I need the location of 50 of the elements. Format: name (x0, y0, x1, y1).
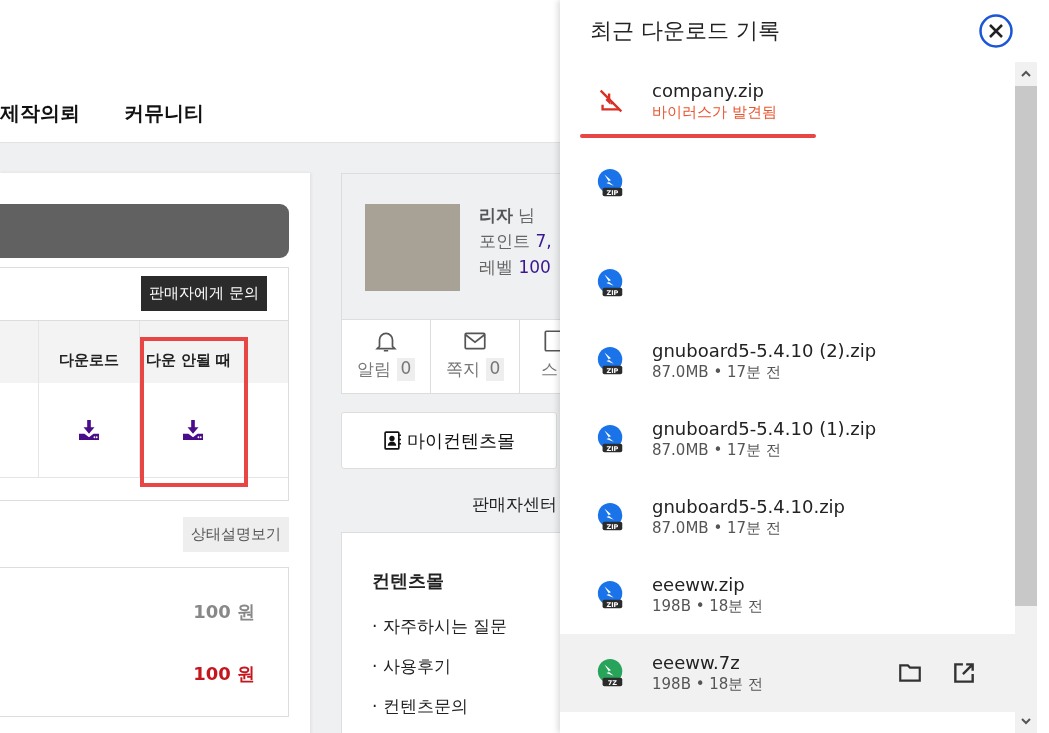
shortcut-label: 스 (541, 358, 558, 381)
open-external-icon[interactable] (951, 660, 977, 686)
file-status: 바이러스가 발견됨 (652, 103, 778, 122)
nav-link[interactable]: 커뮤니티 (124, 100, 204, 127)
menu-link[interactable]: · 컨텐츠문의 (372, 695, 468, 718)
file-name: company.zip (652, 80, 765, 101)
download-icon[interactable] (182, 420, 204, 440)
section-title: 판매자센터 (471, 493, 557, 516)
menu-link[interactable]: · 자주하시는 질문 (372, 615, 508, 638)
level-label: 레벨 (479, 257, 513, 277)
nav-link[interactable]: 제작의뢰 (0, 100, 80, 127)
user-name: 리자 (479, 205, 513, 225)
price-text: 100 원 (193, 600, 255, 624)
status-button[interactable]: 상태설명보기 (183, 517, 289, 552)
file-name: gnuboard5-5.4.10 (2).zip (652, 340, 878, 361)
file-name: eeeww.7z (652, 652, 741, 673)
panel-title: 최근 다운로드 기록 (590, 17, 780, 45)
point-label: 포인트 (479, 231, 530, 251)
file-status: 198B • 18분 전 (652, 597, 765, 616)
count-badge: 0 (396, 358, 416, 381)
count-badge: 0 (485, 358, 505, 381)
my-contents-button[interactable]: 마이컨텐츠몰 (341, 412, 557, 469)
level-value: 100 (518, 257, 551, 277)
close-icon[interactable] (979, 14, 1013, 48)
point-value: 7, (535, 231, 552, 251)
scroll-down-icon[interactable] (1021, 717, 1031, 725)
price-text: 100 원 (193, 662, 255, 686)
file-status: 87.0MB • 17분 전 (652, 363, 782, 382)
name-suffix: 님 (518, 205, 536, 225)
download-item[interactable]: company.zip 바이러스가 발견됨 (560, 62, 1015, 140)
menu-title: 컨텐츠몰 (372, 569, 445, 593)
menu-link[interactable]: · 사용후기 (372, 655, 451, 678)
scrollbar[interactable] (1015, 62, 1037, 733)
file-name: eeeww.zip (652, 574, 746, 595)
scroll-thumb[interactable] (1015, 86, 1037, 606)
file-status: 87.0MB • 17분 전 (652, 519, 782, 538)
scroll-up-icon[interactable] (1021, 70, 1031, 78)
shortcut-label: 알림 (356, 358, 391, 381)
download-icon[interactable] (78, 420, 100, 440)
shortcut-tile[interactable]: 알림 0 (342, 320, 431, 393)
file-name: gnuboard5-5.4.10.zip (652, 496, 847, 517)
shortcut-tile[interactable]: 쪽지 0 (431, 320, 520, 393)
file-status: 87.0MB • 17분 전 (652, 441, 782, 460)
file-status: 198B • 18분 전 (652, 675, 765, 694)
inquiry-button[interactable]: 판매자에게 문의 (141, 276, 267, 311)
column-header: 다운 안될 때 (140, 321, 288, 383)
column-header: 다운로드 (39, 321, 139, 383)
file-name: gnuboard5-5.4.10 (1).zip (652, 418, 878, 439)
contact-card-icon (383, 431, 401, 450)
shortcut-label: 쪽지 (445, 358, 480, 381)
